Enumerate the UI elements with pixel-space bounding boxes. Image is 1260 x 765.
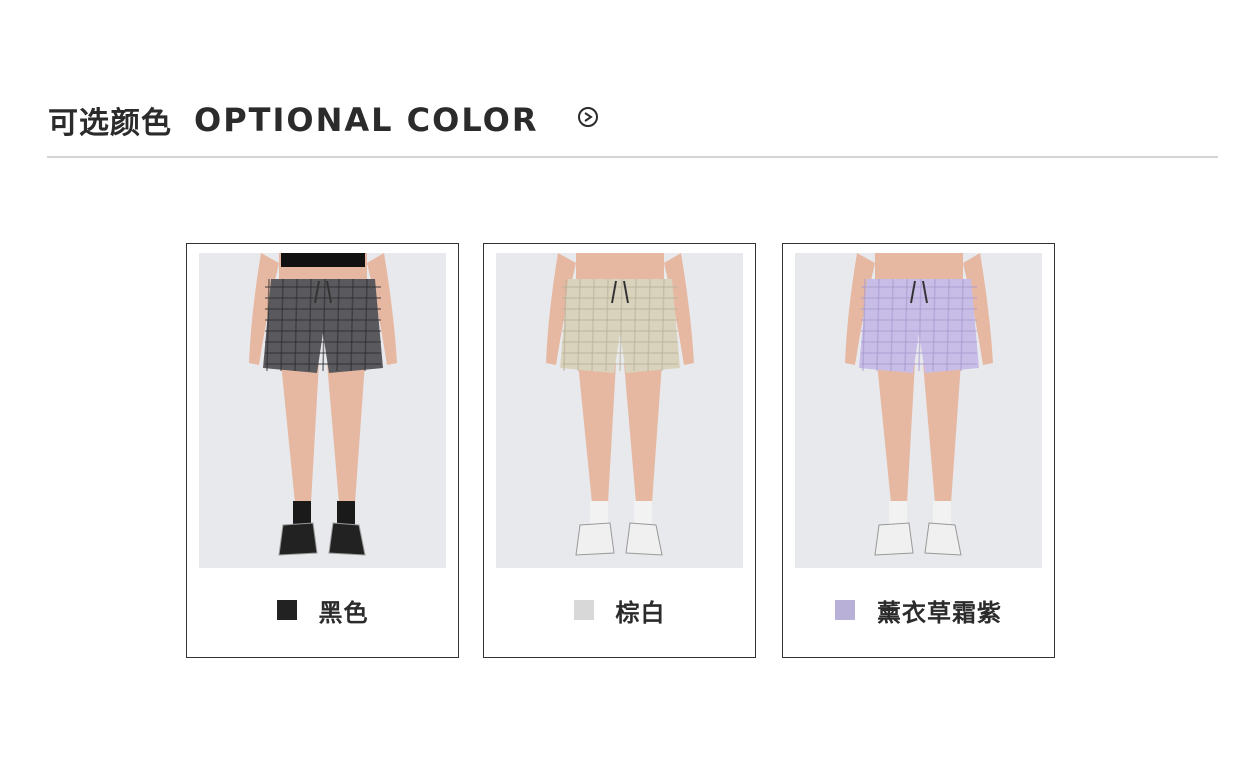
section-title-chinese: 可选颜色 [48, 106, 172, 141]
section-header: 可选颜色 OPTIONAL COLOR [48, 98, 538, 142]
sock-left [590, 501, 608, 525]
shoe-right [625, 522, 663, 556]
model-leg-right [923, 363, 961, 503]
sock-right [634, 501, 652, 525]
shoe-left [278, 522, 318, 556]
sock-right [933, 501, 951, 525]
color-label: 薰衣草霜紫 [877, 598, 1002, 627]
model-leg-left [281, 363, 319, 503]
model-leg-right [624, 363, 662, 503]
model-leg-left [578, 363, 616, 503]
sock-left [889, 501, 907, 525]
color-card-lavender[interactable]: 薰衣草霜紫 [782, 243, 1055, 658]
shoe-right [924, 522, 962, 556]
header-divider [47, 156, 1218, 158]
product-photo [199, 253, 446, 568]
model-torso [576, 253, 664, 283]
model-leg-left [877, 363, 915, 503]
color-label: 黑色 [318, 598, 369, 627]
circle-chevron-right-icon[interactable] [578, 107, 598, 127]
color-swatch [835, 600, 855, 620]
model-torso [875, 253, 963, 283]
shoe-right [328, 522, 366, 556]
shoe-left [575, 522, 615, 556]
sock-right [337, 501, 355, 525]
product-photo [496, 253, 743, 568]
color-card-brown-white[interactable]: 棕白 [483, 243, 756, 658]
shoe-left [874, 522, 914, 556]
sports-bra [281, 253, 365, 267]
section-title-english: OPTIONAL COLOR [194, 101, 539, 139]
color-card-black[interactable]: 黑色 [186, 243, 459, 658]
sock-left [293, 501, 311, 525]
color-swatch [573, 600, 594, 620]
color-label: 棕白 [615, 598, 666, 627]
product-photo [795, 253, 1042, 568]
color-swatch [276, 600, 297, 620]
model-leg-right [327, 363, 365, 503]
